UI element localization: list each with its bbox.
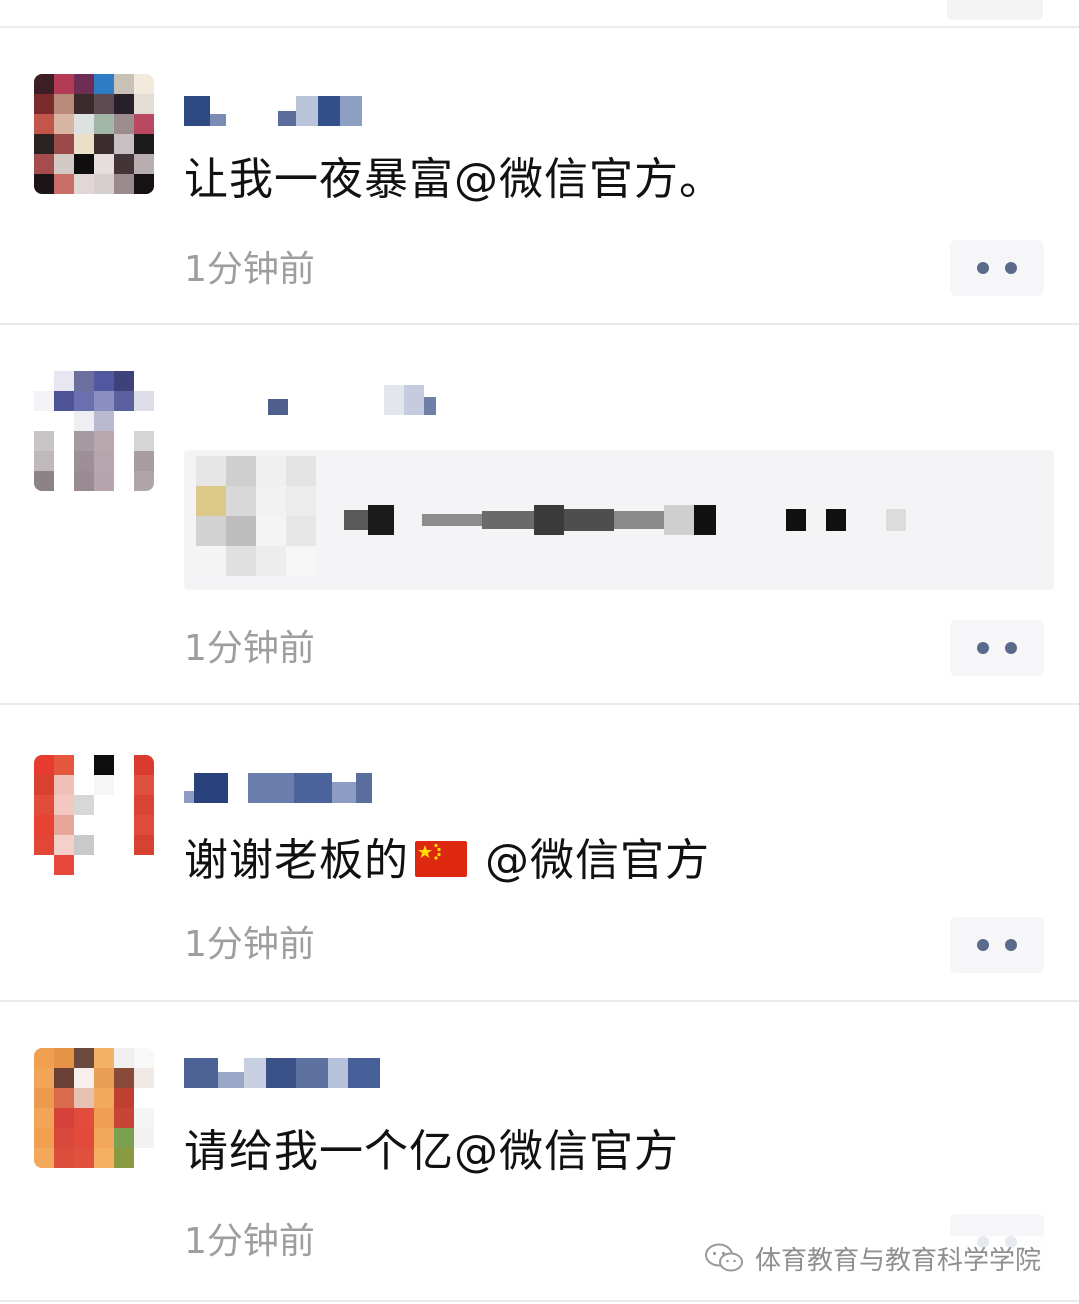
more-button[interactable]	[950, 620, 1044, 676]
more-button[interactable]	[950, 240, 1044, 296]
shared-thumbnail	[196, 456, 316, 576]
previous-post-edge	[0, 0, 1079, 28]
china-flag-icon	[415, 841, 467, 877]
post-time: 1分钟前	[184, 628, 315, 669]
more-dot-icon	[1005, 642, 1017, 654]
shared-title-redacted	[344, 500, 906, 540]
post-content-after: @微信官方	[485, 835, 710, 886]
previous-more-button[interactable]	[947, 0, 1043, 20]
post-time: 1分钟前	[184, 1221, 315, 1262]
shared-link-card[interactable]	[184, 450, 1054, 590]
avatar[interactable]	[34, 371, 154, 491]
watermark-text: 体育教育与教育科学学院	[754, 1245, 1041, 1276]
watermark: 体育教育与教育科学学院	[698, 1236, 1045, 1280]
post-time: 1分钟前	[184, 924, 315, 965]
moment-post: 让我一夜暴富@微信官方。 1分钟前	[0, 28, 1079, 325]
more-dot-icon	[977, 262, 989, 274]
avatar[interactable]	[34, 74, 154, 194]
nickname-redacted[interactable]	[184, 96, 362, 126]
avatar[interactable]	[34, 1048, 154, 1168]
post-content: 让我一夜暴富@微信官方。	[184, 154, 724, 205]
moments-feed: 让我一夜暴富@微信官方。 1分钟前 1分钟前 谢谢老板的 @微信官方 1分钟前 …	[0, 0, 1079, 1304]
more-dot-icon	[1005, 262, 1017, 274]
nickname-redacted[interactable]	[184, 385, 436, 415]
more-dot-icon	[977, 642, 989, 654]
more-dot-icon	[1005, 939, 1017, 951]
wechat-official-account-icon	[704, 1243, 743, 1272]
avatar[interactable]	[34, 755, 154, 875]
more-dot-icon	[977, 939, 989, 951]
moment-post: 1分钟前	[0, 325, 1079, 705]
nickname-redacted[interactable]	[184, 773, 372, 803]
nickname-redacted[interactable]	[184, 1058, 380, 1088]
post-time: 1分钟前	[184, 249, 315, 290]
moment-post: 谢谢老板的 @微信官方 1分钟前	[0, 705, 1079, 1002]
more-button[interactable]	[950, 917, 1044, 973]
post-content: 请给我一个亿@微信官方	[184, 1126, 679, 1177]
post-content: 谢谢老板的 @微信官方	[184, 833, 710, 889]
post-content-before: 谢谢老板的	[184, 835, 409, 886]
